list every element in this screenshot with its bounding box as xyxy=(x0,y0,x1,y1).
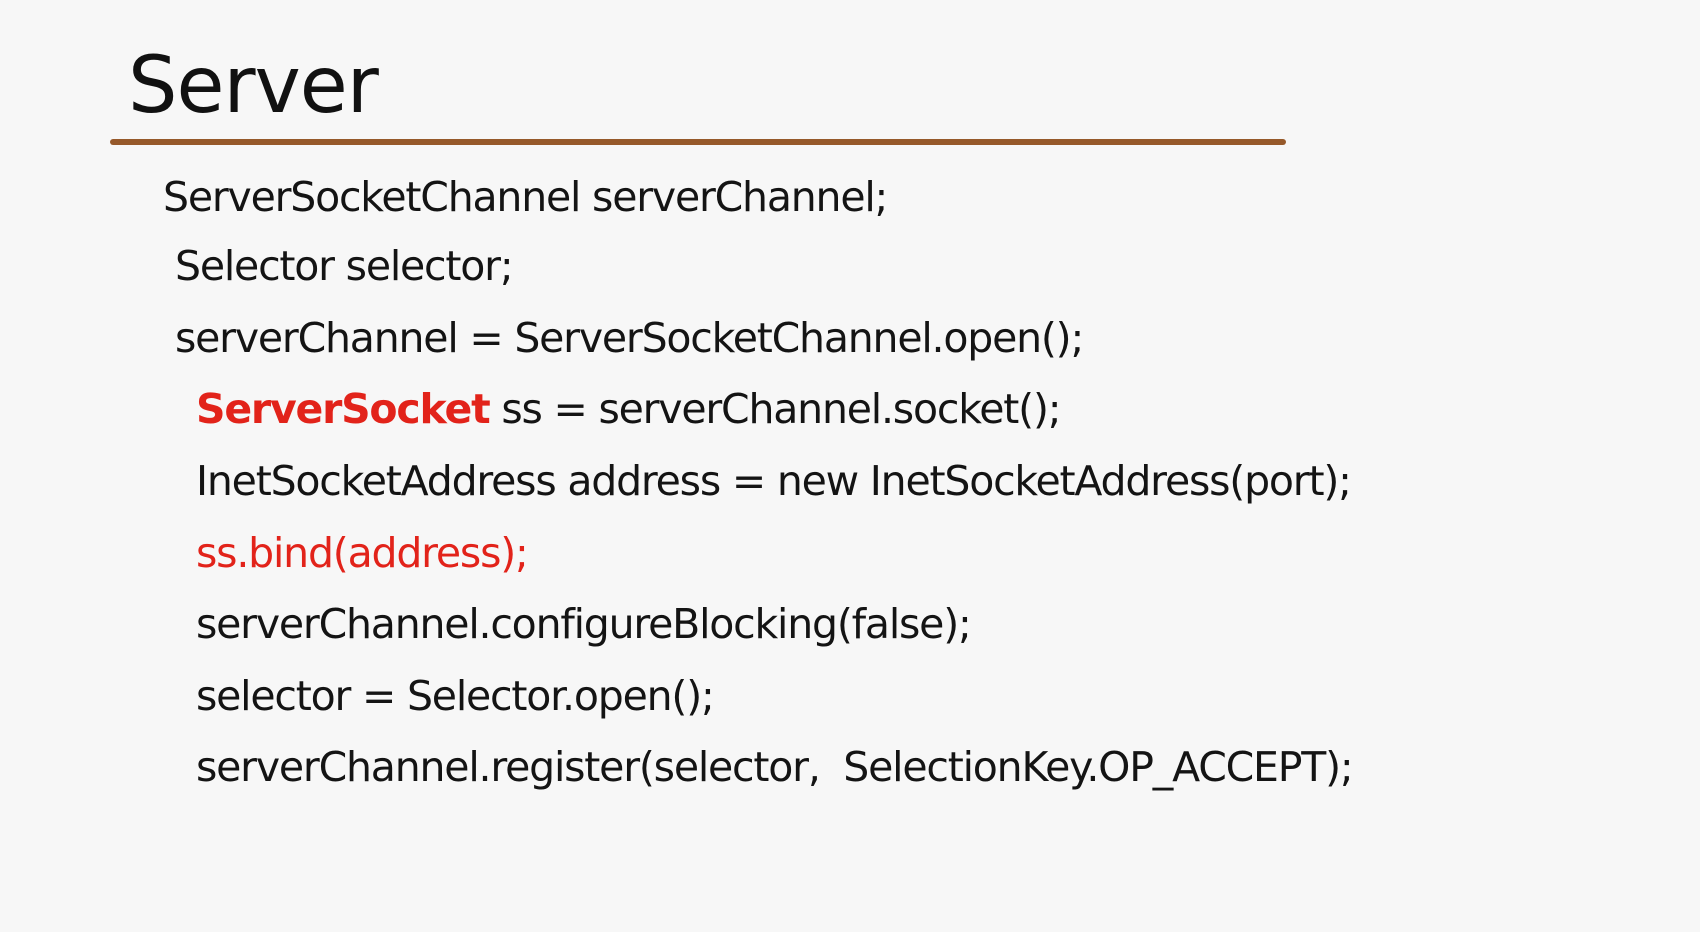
slide-title: Server xyxy=(128,41,379,131)
slide: Server ServerSocketChannel serverChannel… xyxy=(0,0,1700,932)
code-line-7: serverChannel.configureBlocking(false); xyxy=(196,600,972,648)
code-line-5: InetSocketAddress address = new InetSock… xyxy=(196,457,1352,505)
code-line-9: serverChannel.register(selector, Selecti… xyxy=(196,743,1354,791)
keyword-serversocket: ServerSocket xyxy=(196,385,491,433)
code-line-2: Selector selector; xyxy=(175,242,514,290)
code-line-8: selector = Selector.open(); xyxy=(196,672,715,720)
code-line-3: serverChannel = ServerSocketChannel.open… xyxy=(175,314,1084,362)
code-line-4: ServerSocket ss = serverChannel.socket()… xyxy=(196,383,1062,435)
code-line-6-highlighted: ss.bind(address); xyxy=(196,529,529,577)
code-line-1: ServerSocketChannel serverChannel; xyxy=(163,173,888,221)
code-line-4-rest: ss = serverChannel.socket(); xyxy=(489,385,1061,433)
title-underline xyxy=(110,139,1286,145)
